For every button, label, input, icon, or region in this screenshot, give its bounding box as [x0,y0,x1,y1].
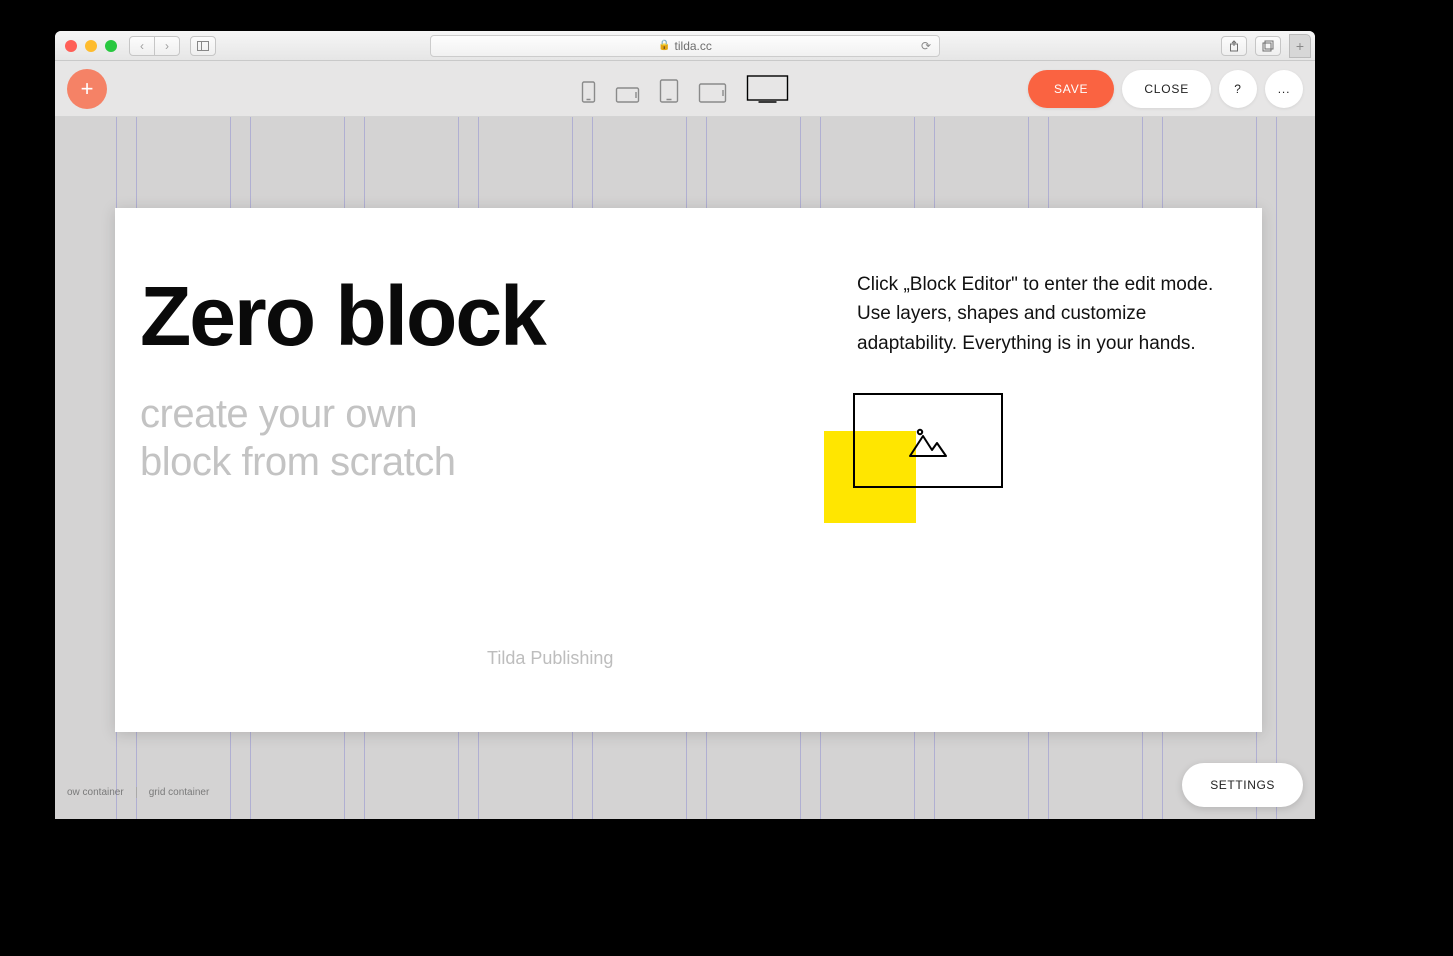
forward-button[interactable]: › [154,36,180,56]
device-tablet-portrait[interactable] [660,79,679,103]
help-icon: ? [1234,82,1241,96]
container-labels: ow container grid container [55,787,221,798]
minimize-window-icon[interactable] [85,40,97,52]
maximize-window-icon[interactable] [105,40,117,52]
editor-canvas-area[interactable]: Zero block create your ownblock from scr… [55,117,1315,819]
editor-toolbar: + SAVE CLOSE ? ... [55,61,1315,117]
zero-block-canvas[interactable]: Zero block create your ownblock from scr… [115,208,1262,732]
add-block-button[interactable]: + [67,69,107,109]
save-button[interactable]: SAVE [1028,70,1114,108]
device-tablet-landscape[interactable] [699,83,727,103]
grid-container-label[interactable]: grid container [136,787,222,798]
tabs-button[interactable] [1255,36,1281,56]
device-desktop[interactable] [747,75,789,103]
help-button[interactable]: ? [1219,70,1257,108]
illustration-group[interactable] [824,393,1124,573]
browser-chrome: ‹ › 🔒 tilda.cc ⟳ + [55,31,1315,61]
more-button[interactable]: ... [1265,70,1303,108]
page-heading[interactable]: Zero block [140,268,545,365]
browser-window: ‹ › 🔒 tilda.cc ⟳ + + [55,31,1315,819]
device-preview-switcher [582,75,789,103]
page-subheading[interactable]: create your ownblock from scratch [140,390,456,486]
url-bar[interactable]: 🔒 tilda.cc ⟳ [430,35,940,57]
more-icon: ... [1278,82,1290,96]
back-button[interactable]: ‹ [129,36,155,56]
settings-button[interactable]: SETTINGS [1182,763,1303,807]
nav-buttons: ‹ › [129,36,180,56]
image-icon [908,424,948,458]
reload-icon[interactable]: ⟳ [921,39,931,53]
sidebar-icon [197,41,209,51]
sidebar-toggle-button[interactable] [190,36,216,56]
page-description[interactable]: Click „Block Editor" to enter the edit m… [857,270,1219,358]
close-button[interactable]: CLOSE [1122,70,1211,108]
device-mobile-portrait[interactable] [582,81,596,103]
lock-icon: 🔒 [658,40,670,51]
device-mobile-landscape[interactable] [616,87,640,103]
window-controls [65,40,117,52]
plus-icon: + [81,76,94,102]
close-window-icon[interactable] [65,40,77,52]
new-tab-button[interactable]: + [1289,34,1311,58]
app-viewport: + SAVE CLOSE ? ... Zero block create you… [55,61,1315,819]
credit-text[interactable]: Tilda Publishing [487,648,613,669]
image-placeholder-frame[interactable] [853,393,1003,488]
share-button[interactable] [1221,36,1247,56]
url-host: tilda.cc [675,39,712,53]
window-container-label[interactable]: ow container [55,787,136,798]
